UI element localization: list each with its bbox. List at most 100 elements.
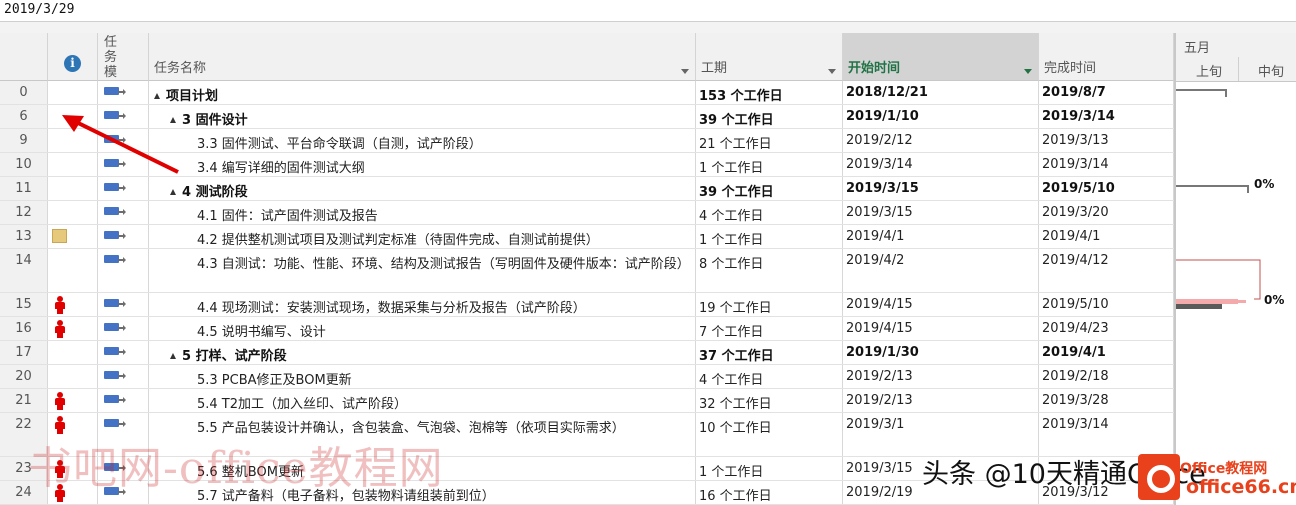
gantt-chart[interactable]: 五月 上旬 中旬 0% 0%: [1174, 33, 1296, 505]
task-name-cell[interactable]: 3.3 固件测试、平台命令联调（自测，试产阶段）: [149, 129, 696, 152]
finish-cell[interactable]: 2019/4/1: [1039, 341, 1174, 364]
row-number-header[interactable]: [0, 33, 48, 81]
note-icon[interactable]: [52, 229, 67, 243]
entry-bar[interactable]: 2019/3/29: [0, 0, 1296, 22]
task-mode-cell[interactable]: [98, 317, 149, 340]
finish-cell[interactable]: 2019/4/12: [1039, 249, 1174, 292]
table-row[interactable]: 12 4.1 固件：试产固件测试及报告 4 个工作日 2019/3/15 2019/3/…: [0, 201, 1174, 225]
finish-cell[interactable]: 2019/3/28: [1039, 389, 1174, 412]
duration-cell[interactable]: 1 个工作日: [696, 457, 843, 480]
finish-cell[interactable]: 2019/4/1: [1039, 225, 1174, 248]
finish-cell[interactable]: 2019/3/14: [1039, 413, 1174, 456]
row-id-cell[interactable]: 17: [0, 341, 48, 364]
duration-cell[interactable]: 37 个工作日: [696, 341, 843, 364]
table-row[interactable]: 20 5.3 PCBA修正及BOM更新 4 个工作日 2019/2/13 2019/2/…: [0, 365, 1174, 389]
collapse-triangle-icon[interactable]: [154, 93, 160, 99]
table-row[interactable]: 21 5.4 T2加工（加入丝印、试产阶段） 32 个工作日 2019/2/13 201…: [0, 389, 1174, 413]
task-name-cell[interactable]: 4.4 现场测试：安装测试现场，数据采集与分析及报告（试产阶段）: [149, 293, 696, 316]
collapse-triangle-icon[interactable]: [170, 189, 176, 195]
duration-cell[interactable]: 10 个工作日: [696, 413, 843, 456]
finish-cell[interactable]: 2019/2/18: [1039, 365, 1174, 388]
task-mode-cell[interactable]: [98, 81, 149, 104]
collapse-triangle-icon[interactable]: [170, 353, 176, 359]
task-name-cell[interactable]: 5 打样、试产阶段: [149, 341, 696, 364]
row-id-cell[interactable]: 11: [0, 177, 48, 200]
chevron-down-icon[interactable]: [828, 69, 836, 74]
task-mode-cell[interactable]: [98, 201, 149, 224]
task-mode-cell[interactable]: [98, 389, 149, 412]
start-cell[interactable]: 2019/4/15: [843, 293, 1039, 316]
start-cell[interactable]: 2019/1/10: [843, 105, 1039, 128]
chevron-down-icon[interactable]: [681, 69, 689, 74]
row-id-cell[interactable]: 21: [0, 389, 48, 412]
row-id-cell[interactable]: 12: [0, 201, 48, 224]
duration-cell[interactable]: 1 个工作日: [696, 153, 843, 176]
task-name-cell[interactable]: 5.4 T2加工（加入丝印、试产阶段）: [149, 389, 696, 412]
finish-cell[interactable]: 2019/5/10: [1039, 293, 1174, 316]
indicators-header[interactable]: i: [48, 33, 98, 81]
row-id-cell[interactable]: 6: [0, 105, 48, 128]
table-row[interactable]: 0 项目计划 153 个工作日 2018/12/21 2019/8/7: [0, 81, 1174, 105]
start-cell[interactable]: 2019/3/15: [843, 201, 1039, 224]
task-name-cell[interactable]: 4.3 自测试：功能、性能、环境、结构及测试报告（写明固件及硬件版本：试产阶段）: [149, 249, 696, 292]
row-id-cell[interactable]: 14: [0, 249, 48, 292]
table-row[interactable]: 17 5 打样、试产阶段 37 个工作日 2019/1/30 2019/4/1: [0, 341, 1174, 365]
finish-cell[interactable]: 2019/8/7: [1039, 81, 1174, 104]
start-cell[interactable]: 2019/4/2: [843, 249, 1039, 292]
duration-cell[interactable]: 7 个工作日: [696, 317, 843, 340]
finish-cell[interactable]: 2019/4/23: [1039, 317, 1174, 340]
start-cell[interactable]: 2019/2/13: [843, 365, 1039, 388]
finish-cell[interactable]: 2019/5/10: [1039, 177, 1174, 200]
start-header[interactable]: 开始时间: [843, 33, 1039, 81]
row-id-cell[interactable]: 9: [0, 129, 48, 152]
task-mode-cell[interactable]: [98, 341, 149, 364]
start-cell[interactable]: 2019/3/15: [843, 177, 1039, 200]
start-cell[interactable]: 2019/3/14: [843, 153, 1039, 176]
task-name-cell[interactable]: 3.4 编写详细的固件测试大纲: [149, 153, 696, 176]
duration-cell[interactable]: 4 个工作日: [696, 365, 843, 388]
start-cell[interactable]: 2019/2/13: [843, 389, 1039, 412]
task-name-cell[interactable]: 4.2 提供整机测试项目及测试判定标准（待固件完成、自测试前提供）: [149, 225, 696, 248]
start-cell[interactable]: 2019/3/1: [843, 413, 1039, 456]
row-id-cell[interactable]: 16: [0, 317, 48, 340]
duration-cell[interactable]: 39 个工作日: [696, 177, 843, 200]
start-cell[interactable]: 2018/12/21: [843, 81, 1039, 104]
duration-cell[interactable]: 21 个工作日: [696, 129, 843, 152]
start-cell[interactable]: 2019/4/15: [843, 317, 1039, 340]
task-mode-header[interactable]: 任务模式: [98, 33, 149, 81]
chevron-down-icon[interactable]: [1024, 69, 1032, 74]
duration-cell[interactable]: 8 个工作日: [696, 249, 843, 292]
task-name-cell[interactable]: 4 测试阶段: [149, 177, 696, 200]
row-id-cell[interactable]: 0: [0, 81, 48, 104]
table-row[interactable]: 14 4.3 自测试：功能、性能、环境、结构及测试报告（写明固件及硬件版本：试产阶…: [0, 249, 1174, 293]
entry-value[interactable]: 2019/3/29: [4, 2, 74, 17]
start-cell[interactable]: 2019/2/12: [843, 129, 1039, 152]
row-id-cell[interactable]: 13: [0, 225, 48, 248]
finish-cell[interactable]: 2019/3/20: [1039, 201, 1174, 224]
row-id-cell[interactable]: 15: [0, 293, 48, 316]
finish-header[interactable]: 完成时间: [1039, 33, 1174, 81]
task-name-cell[interactable]: 5.3 PCBA修正及BOM更新: [149, 365, 696, 388]
row-id-cell[interactable]: 10: [0, 153, 48, 176]
task-name-header[interactable]: 任务名称: [149, 33, 696, 81]
task-mode-cell[interactable]: [98, 177, 149, 200]
finish-cell[interactable]: 2019/3/14: [1039, 153, 1174, 176]
task-name-cell[interactable]: 4.5 说明书编写、设计: [149, 317, 696, 340]
table-row[interactable]: 13 4.2 提供整机测试项目及测试判定标准（待固件完成、自测试前提供） 1 个工作…: [0, 225, 1174, 249]
start-cell[interactable]: 2019/1/30: [843, 341, 1039, 364]
table-row[interactable]: 15 4.4 现场测试：安装测试现场，数据采集与分析及报告（试产阶段） 19 个工作…: [0, 293, 1174, 317]
task-mode-cell[interactable]: [98, 225, 149, 248]
finish-cell[interactable]: 2019/3/14: [1039, 105, 1174, 128]
duration-cell[interactable]: 32 个工作日: [696, 389, 843, 412]
duration-cell[interactable]: 4 个工作日: [696, 201, 843, 224]
duration-cell[interactable]: 19 个工作日: [696, 293, 843, 316]
duration-cell[interactable]: 16 个工作日: [696, 481, 843, 504]
task-name-cell[interactable]: 3 固件设计: [149, 105, 696, 128]
task-name-cell[interactable]: 项目计划: [149, 81, 696, 104]
table-row[interactable]: 16 4.5 说明书编写、设计 7 个工作日 2019/4/15 2019/4/23: [0, 317, 1174, 341]
task-mode-cell[interactable]: [98, 249, 149, 292]
table-row[interactable]: 11 4 测试阶段 39 个工作日 2019/3/15 2019/5/10: [0, 177, 1174, 201]
start-cell[interactable]: 2019/4/1: [843, 225, 1039, 248]
duration-cell[interactable]: 1 个工作日: [696, 225, 843, 248]
finish-cell[interactable]: 2019/3/13: [1039, 129, 1174, 152]
